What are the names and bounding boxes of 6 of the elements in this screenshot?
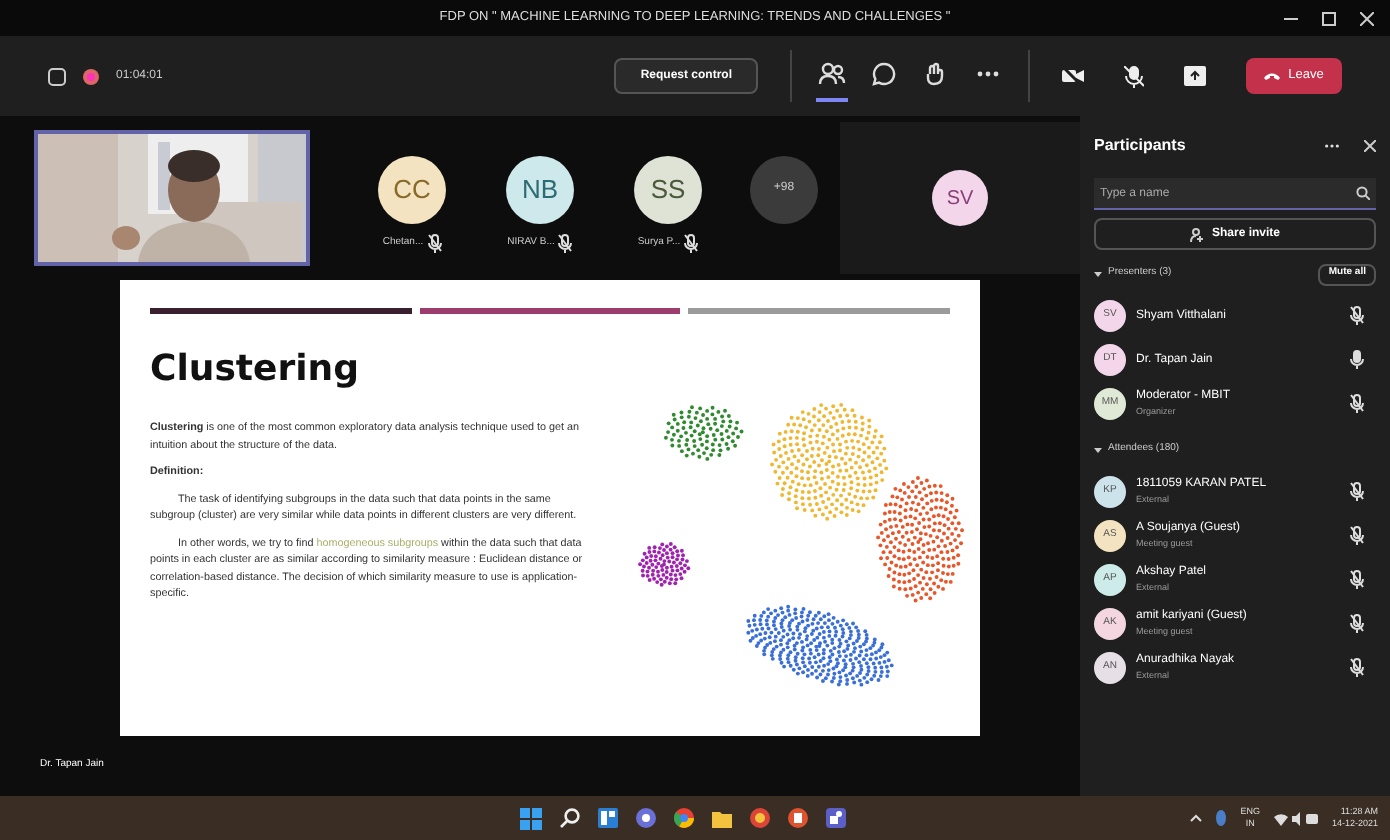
panel-title: Participants xyxy=(1094,134,1186,158)
slide-title: Clustering xyxy=(150,346,361,394)
avatar: SS xyxy=(634,155,702,223)
avatar: NB xyxy=(506,155,574,223)
avatar: SV xyxy=(932,170,988,226)
avatar: CC xyxy=(378,155,446,223)
